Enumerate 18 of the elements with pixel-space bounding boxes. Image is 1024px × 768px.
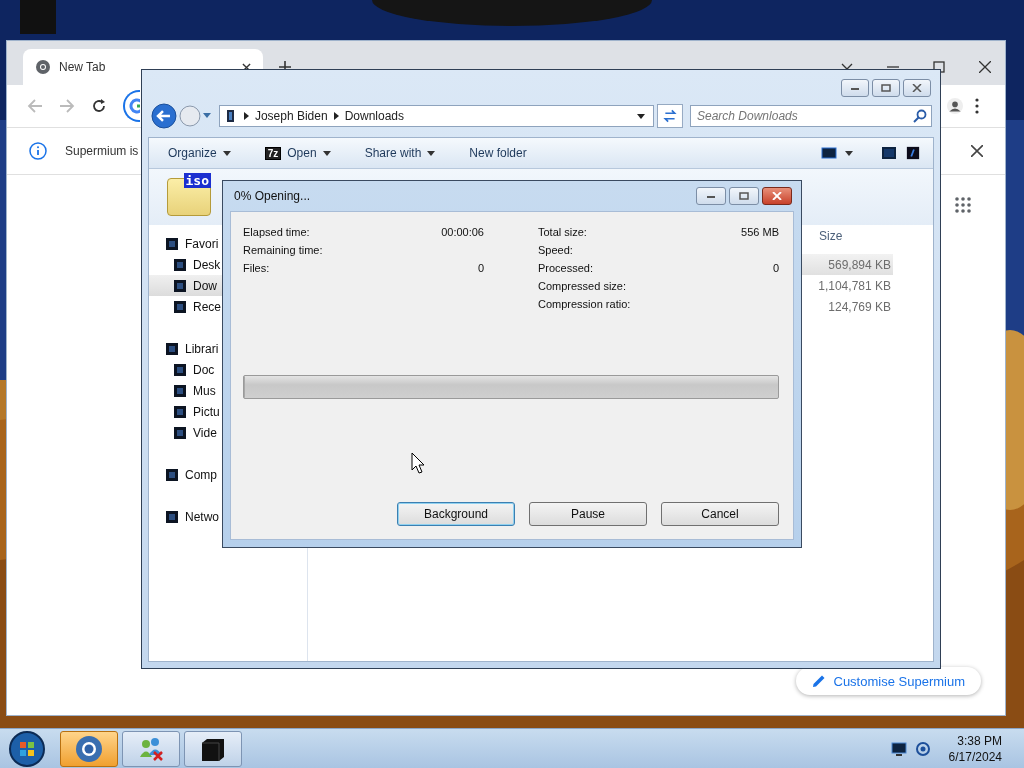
- info-message: Supermium is: [65, 144, 139, 158]
- stat-label: Processed:: [538, 262, 594, 274]
- stat-value: 00:00:06: [441, 226, 484, 238]
- tab-title: New Tab: [59, 60, 107, 74]
- dialog-title: 0% Opening...: [234, 189, 311, 203]
- stat-label: Compression ratio:: [538, 298, 631, 310]
- clock-time: 3:38 PM: [957, 732, 1002, 749]
- stat-label: Files:: [243, 262, 270, 274]
- stat-value: 0: [772, 262, 779, 274]
- stat-value: 0: [477, 262, 484, 274]
- clock-date: 6/17/2024: [948, 748, 1002, 765]
- stat-label: Remaining time:: [243, 244, 323, 256]
- stat-label: Elapsed time:: [243, 226, 310, 238]
- iso-badge: iso: [183, 173, 211, 188]
- stat-label: Speed:: [538, 244, 573, 256]
- stat-label: Compressed size:: [538, 280, 627, 292]
- stat-label: Total size:: [538, 226, 587, 238]
- stat-value: 556 MB: [741, 226, 779, 238]
